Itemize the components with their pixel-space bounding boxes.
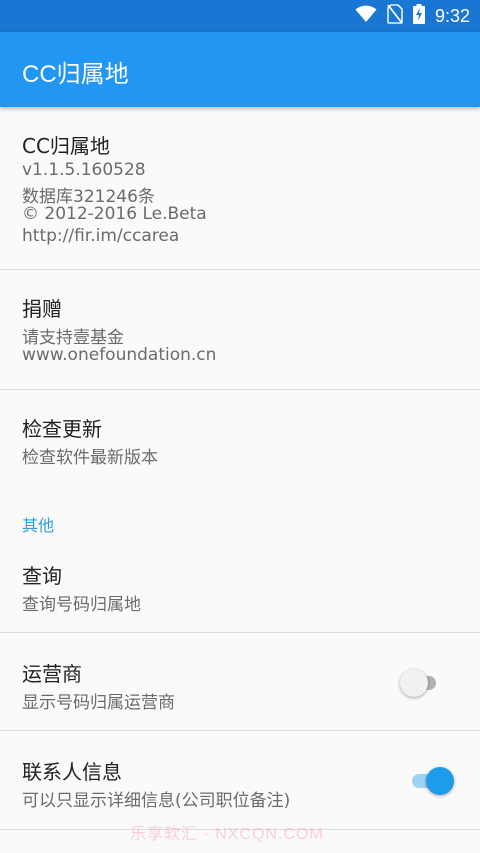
- pref-query-title: 查询: [22, 564, 62, 588]
- contact-info-toggle-thumb: [426, 767, 454, 795]
- version-text: v1.1.5.160528: [22, 160, 146, 180]
- copyright-text: © 2012-2016 Le.Beta: [22, 204, 207, 224]
- pref-carrier-title: 运营商: [22, 662, 82, 686]
- donate-url-text: www.onefoundation.cn: [22, 345, 217, 365]
- no-sim-icon: [387, 4, 403, 28]
- pref-about[interactable]: CC归属地 v1.1.5.160528 数据库321246条 © 2012-20…: [0, 107, 480, 269]
- pref-check-update-title: 检查更新: [22, 417, 102, 441]
- battery-charging-icon: [412, 4, 425, 28]
- status-time: 9:32: [434, 5, 470, 26]
- carrier-toggle-thumb: [400, 669, 428, 697]
- app-bar: CC归属地: [0, 32, 480, 107]
- pref-donate-title: 捐赠: [22, 297, 62, 321]
- watermark: 乐享软汇 · NXCQN.COM: [130, 826, 324, 843]
- pref-query-summary: 查询号码归属地: [22, 595, 141, 615]
- pref-contact-info-title: 联系人信息: [22, 760, 122, 784]
- pref-query[interactable]: 查询 查询号码归属地: [0, 540, 480, 632]
- category-header-other: 其他: [22, 516, 55, 535]
- status-bar: 9:32: [0, 0, 480, 32]
- app-title: CC归属地: [22, 61, 129, 88]
- status-icons: 9:32: [355, 0, 470, 32]
- carrier-toggle[interactable]: [400, 668, 444, 698]
- pref-contact-info[interactable]: 联系人信息 可以只显示详细信息(公司职位备注): [0, 731, 480, 829]
- contact-info-toggle[interactable]: [410, 766, 454, 796]
- pref-donate[interactable]: 捐赠 请支持壹基金 www.onefoundation.cn: [0, 270, 480, 389]
- pref-carrier-summary: 显示号码归属运营商: [22, 693, 175, 713]
- pref-carrier[interactable]: 运营商 显示号码归属运营商: [0, 633, 480, 730]
- pref-about-title: CC归属地: [22, 134, 110, 158]
- wifi-icon: [355, 5, 377, 27]
- website-text: http://fir.im/ccarea: [22, 226, 180, 246]
- pref-check-update[interactable]: 检查更新 检查软件最新版本: [0, 390, 480, 482]
- pref-contact-info-summary: 可以只显示详细信息(公司职位备注): [22, 791, 291, 811]
- pref-check-update-summary: 检查软件最新版本: [22, 448, 158, 468]
